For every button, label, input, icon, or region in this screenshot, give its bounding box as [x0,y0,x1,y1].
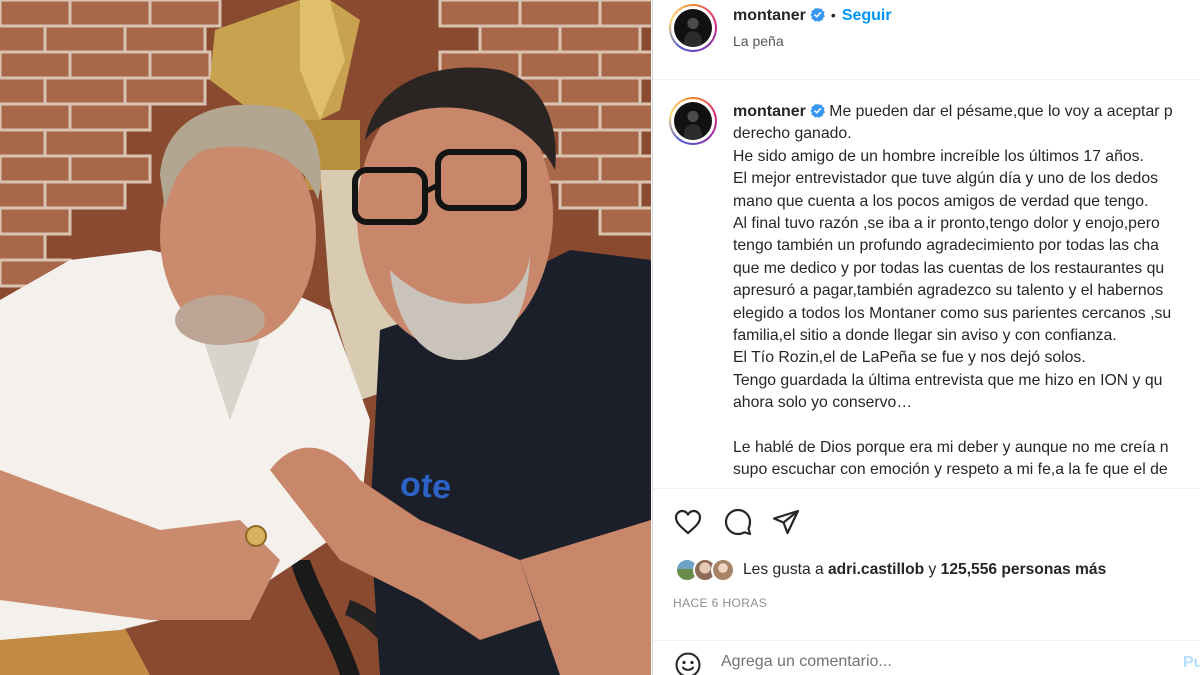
svg-text:ote: ote [399,465,453,506]
caption-text-line: familia,el sitio a donde llegar sin avis… [733,326,1117,344]
caption-text-line: elegido a todos los Montaner como sus pa… [733,304,1172,322]
post-location[interactable]: La peña [733,33,784,49]
caption-text-line: tengo también un profundo agradecimiento… [733,237,1159,255]
heart-icon [674,509,702,535]
author-avatar[interactable] [669,4,717,52]
caption-text-line: He sido amigo de un hombre increíble los… [733,147,1144,165]
author-line: montaner • Seguir [733,7,892,25]
comment-icon [724,508,752,536]
caption-text-line: Tengo guardada la última entrevista que … [733,371,1163,389]
share-button[interactable] [770,506,802,538]
likes-summary[interactable]: Les gusta a adri.castillob y 125,556 per… [675,556,1106,584]
post-comment-button[interactable]: Pu [1183,654,1200,672]
caption-text-line: que me dedico y por todas las cuentas de… [733,259,1165,277]
caption-text-line: El mejor entrevistador que tuve algún dí… [733,170,1159,188]
liker-avatars [675,556,737,584]
like-button[interactable] [672,506,704,538]
caption-author-avatar[interactable] [669,97,717,145]
author-username[interactable]: montaner [733,7,806,24]
caption-text-line: derecho ganado. [733,125,852,143]
emoji-icon [675,652,701,675]
emoji-button[interactable] [673,650,703,675]
caption-section: montaner Me pueden dar el pésame,que lo … [653,81,1200,489]
caption-first-line: montaner Me pueden dar el pésame,que lo … [733,101,1200,123]
follow-button[interactable]: Seguir [842,7,892,24]
caption-text-line: El Tío Rozin,el de LaPeña se fue y nos d… [733,349,1086,367]
post-actions [653,490,1200,550]
liker-username[interactable]: adri.castillob [828,561,924,579]
photo-image: ote [0,0,651,675]
caption-text-line: apresuró a pagar,también agradezco su ta… [733,282,1164,300]
verified-badge-icon [810,7,825,22]
caption-text-line: ahora solo yo conservo… [733,394,913,412]
post-photo[interactable]: ote [0,0,651,675]
liker-avatar [711,558,735,582]
post-caption: montaner Me pueden dar el pésame,que lo … [733,101,1200,482]
verified-badge-icon [810,103,825,118]
post-details-panel: montaner • Seguir La peña montaner Me pued… [652,0,1200,675]
caption-text-line: Al final tuvo razón ,se iba a ir pronto,… [733,214,1160,232]
share-icon [772,509,800,535]
separator-dot: • [830,7,836,23]
comment-bar: Pu [653,640,1200,675]
post-header: montaner • Seguir La peña [653,0,1200,80]
caption-text-line: Le hablé de Dios porque era mi deber y a… [733,438,1169,456]
likes-connector: y [928,561,937,578]
comment-input[interactable] [721,653,1161,671]
likes-count[interactable]: 125,556 personas más [941,561,1107,579]
likes-prefix: Les gusta a [743,561,824,578]
post-timestamp[interactable]: HACE 6 HORAS [673,596,767,610]
comment-button[interactable] [722,506,754,538]
caption-text-line: mano que cuenta a los pocos amigos de ve… [733,192,1149,210]
caption-text-line: supo escuchar con emoción y respeto a mi… [733,461,1168,479]
caption-text-line: Me pueden dar el pésame,que lo voy a ace… [829,103,1173,120]
caption-username[interactable]: montaner [733,103,806,120]
